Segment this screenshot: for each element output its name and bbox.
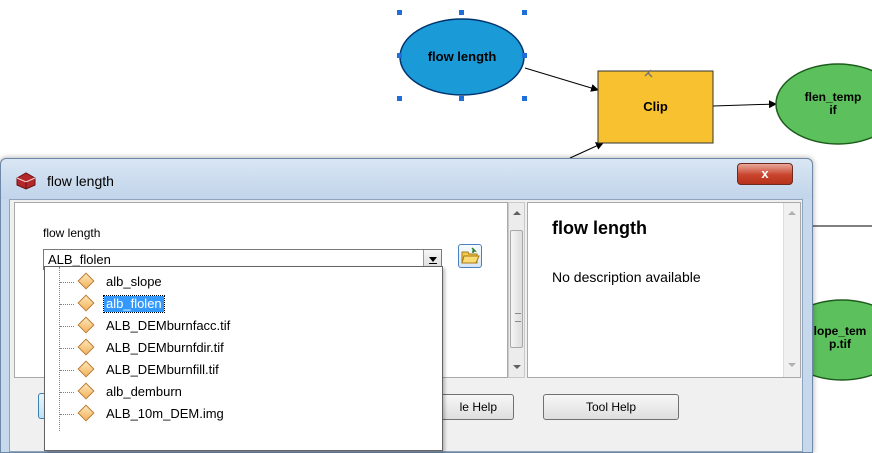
selection-handle[interactable] [522, 10, 527, 15]
help-pane: flow length No description available [527, 202, 801, 378]
close-button[interactable]: x [737, 163, 793, 185]
dropdown-item[interactable]: ALB_10m_DEM.img [45, 403, 441, 425]
dropdown-item-label: alb_slope [106, 274, 162, 289]
selection-handle[interactable] [397, 53, 402, 58]
dropdown-item[interactable]: alb_slope [45, 271, 441, 293]
dropdown-item-label: ALB_DEMburnfdir.tif [106, 340, 224, 355]
dataset-diamond-icon [77, 404, 95, 422]
tree-connector [60, 370, 74, 371]
dataset-diamond-icon [77, 382, 95, 400]
selection-handle[interactable] [397, 96, 402, 101]
connector-clip-output [712, 100, 777, 109]
dropdown-item-label: ALB_10m_DEM.img [106, 406, 224, 421]
dropdown-item-label: alb_demburn [106, 384, 182, 399]
connector-flowlength-clip [524, 67, 599, 92]
browse-button[interactable] [458, 244, 482, 268]
help-title: flow length [552, 218, 647, 238]
dropdown-item[interactable]: ALB_DEMburnfill.tif [45, 359, 441, 381]
dropdown-item[interactable]: alb_demburn [45, 381, 441, 403]
connector-slope-clip [569, 142, 604, 159]
flen-temp-node-label: flen_temp if [804, 90, 862, 117]
selection-handle[interactable] [459, 10, 464, 15]
param-label: flow length [43, 226, 101, 240]
dropdown-item-label: alb_flolen [103, 295, 165, 313]
selection-handle[interactable] [522, 96, 527, 101]
flow-length-node-label: flow length [427, 49, 497, 64]
clip-node-label: Clip [643, 99, 668, 114]
tree-connector [60, 304, 74, 305]
tree-connector [60, 326, 74, 327]
dataset-diamond-icon [77, 360, 95, 378]
dropdown-item-label: ALB_DEMburnfill.tif [106, 362, 219, 377]
tree-connector [60, 414, 74, 415]
dataset-diamond-icon [77, 294, 95, 312]
dialog-titlebar[interactable]: flow length x [1, 159, 812, 199]
selection-handle[interactable] [459, 96, 464, 101]
parameters-scrollbar[interactable] [508, 202, 525, 378]
tree-connector [60, 392, 74, 393]
selection-handle[interactable] [522, 53, 527, 58]
open-folder-icon [461, 247, 480, 264]
help-scrollbar[interactable] [783, 203, 800, 377]
toolbox-icon [16, 172, 36, 190]
tool-help-button[interactable]: Tool Help [543, 394, 679, 420]
dropdown-item-label: ALB_DEMburnfacc.tif [106, 318, 231, 333]
dropdown-item[interactable]: alb_flolen [45, 293, 441, 315]
dataset-diamond-icon [77, 316, 95, 334]
dialog-title: flow length [47, 173, 114, 189]
scroll-thumb[interactable] [510, 230, 523, 348]
dataset-diamond-icon [77, 338, 95, 356]
param-combobox-value: ALB_flolen [48, 252, 111, 267]
dropdown-item[interactable]: ALB_DEMburnfdir.tif [45, 337, 441, 359]
tree-connector [60, 282, 74, 283]
tree-connector [60, 348, 74, 349]
help-description: No description available [552, 269, 701, 285]
dropdown-item[interactable]: ALB_DEMburnfacc.tif [45, 315, 441, 337]
dropdown-list[interactable]: alb_slope alb_flolen ALB_DEMburnfacc.tif AL… [44, 266, 443, 451]
selection-handle[interactable] [397, 10, 402, 15]
dataset-diamond-icon [77, 272, 95, 290]
